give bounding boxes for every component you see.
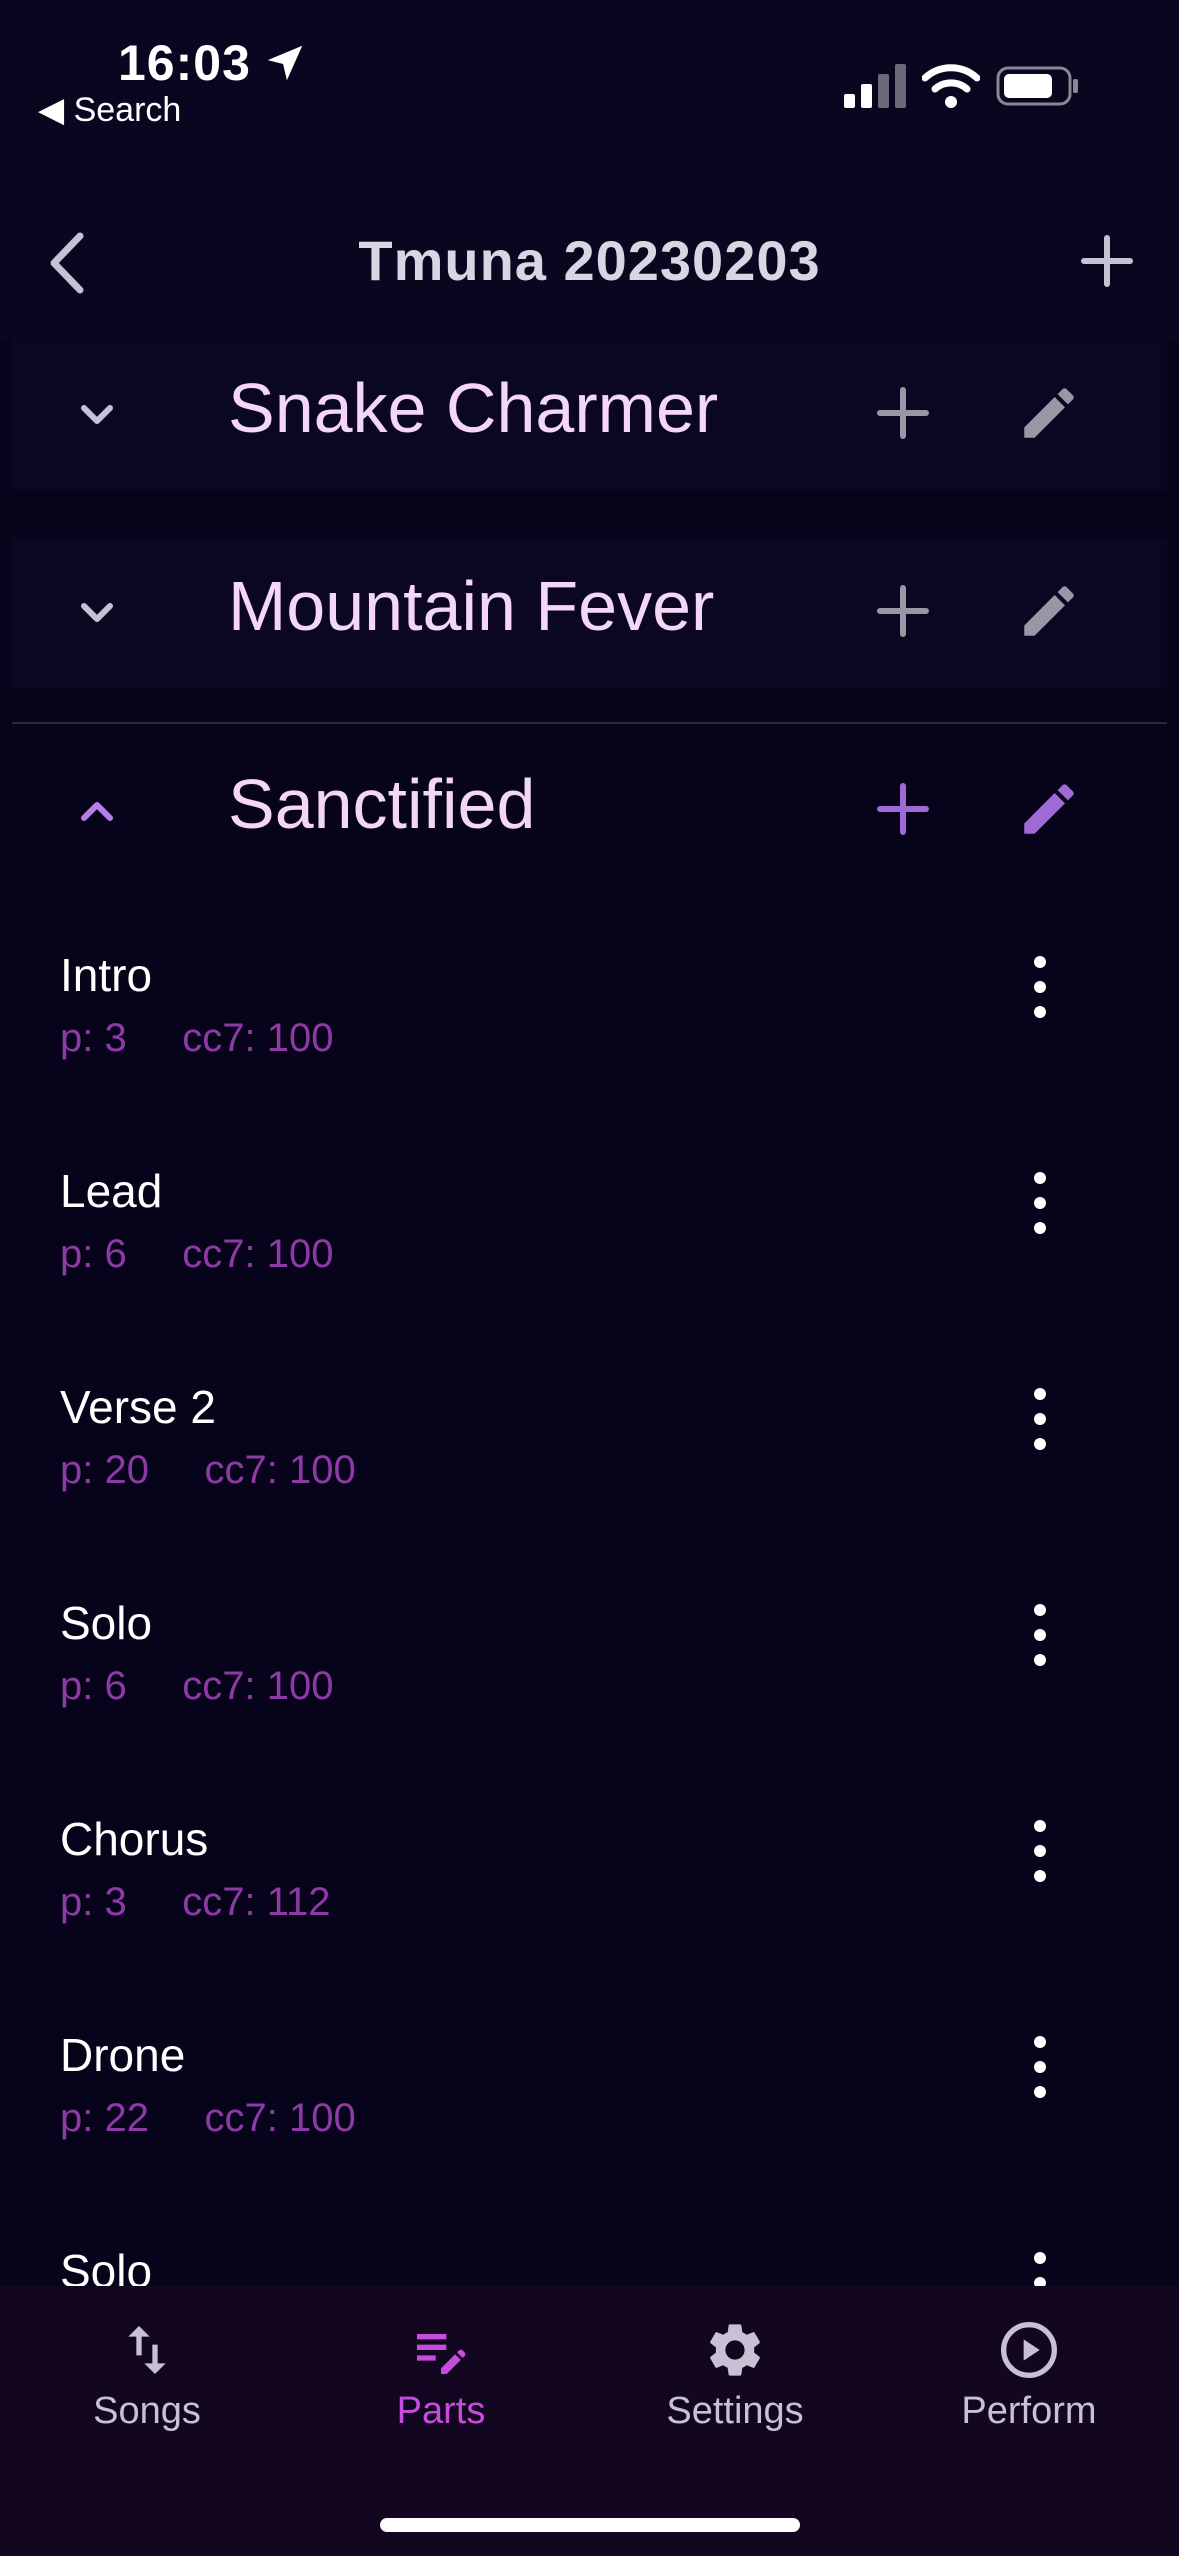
tab-label: Perform	[961, 2390, 1097, 2432]
chevron-up-icon[interactable]	[72, 786, 122, 836]
status-bar: 16:03 ◀ Search	[0, 0, 1179, 150]
battery-icon	[996, 66, 1078, 106]
more-vertical-icon[interactable]	[1030, 1168, 1050, 1238]
chevron-down-icon[interactable]	[72, 390, 122, 440]
part-row[interactable]: Drone p: 22 cc7: 100	[12, 1978, 1167, 2193]
swap-vert-icon	[128, 2326, 166, 2374]
part-name: Solo	[60, 1597, 153, 1649]
location-arrow-icon	[267, 45, 303, 81]
song-title: Sanctified	[228, 765, 536, 843]
part-name: Intro	[60, 949, 153, 1001]
bottom-tab-bar: Songs Parts Settings Perform	[0, 2286, 1179, 2556]
play-circle-icon	[1001, 2322, 1057, 2378]
part-meta: p: 20 cc7: 100	[60, 1448, 356, 1492]
part-row[interactable]: Intro p: 3 cc7: 100	[12, 898, 1167, 1113]
part-name: Chorus	[60, 1813, 209, 1865]
song-title: Mountain Fever	[228, 567, 715, 645]
tab-perform[interactable]: Perform	[882, 2318, 1176, 2448]
divider	[12, 722, 1167, 724]
song-title: Snake Charmer	[228, 369, 719, 447]
tab-parts[interactable]: Parts	[294, 2318, 588, 2448]
part-meta: p: 3 cc7: 112	[60, 1880, 331, 1924]
part-name: Verse 2	[60, 1381, 216, 1433]
part-meta: p: 3 cc7: 100	[60, 1016, 334, 1060]
more-vertical-icon[interactable]	[1030, 2032, 1050, 2102]
song-header-mountain-fever[interactable]: Mountain Fever	[12, 538, 1167, 688]
edit-pencil-icon[interactable]	[1016, 776, 1082, 842]
edit-note-icon	[417, 2334, 466, 2374]
page-title: Tmuna 20230203	[358, 229, 821, 292]
more-vertical-icon[interactable]	[1030, 1384, 1050, 1454]
chevron-down-icon[interactable]	[72, 588, 122, 638]
part-row[interactable]: Lead p: 6 cc7: 100	[12, 1114, 1167, 1329]
tab-label: Parts	[396, 2390, 486, 2432]
part-name: Lead	[60, 1165, 163, 1217]
cellular-signal-icon	[844, 64, 906, 108]
part-name: Drone	[60, 2029, 186, 2081]
gear-icon	[710, 2324, 760, 2376]
back-to-search-link[interactable]: ◀ Search	[38, 90, 181, 130]
add-part-button[interactable]	[874, 384, 932, 442]
add-part-button[interactable]	[874, 582, 932, 640]
tab-label: Settings	[666, 2390, 804, 2432]
part-meta: p: 22 cc7: 100	[60, 2096, 356, 2140]
tab-label: Songs	[93, 2390, 201, 2432]
part-row[interactable]: Solo p: 6 cc7: 100	[12, 1546, 1167, 1761]
part-meta: p: 6 cc7: 100	[60, 1232, 334, 1276]
more-vertical-icon[interactable]	[1030, 1816, 1050, 1886]
add-part-button[interactable]	[874, 780, 932, 838]
part-row[interactable]: Chorus p: 3 cc7: 112	[12, 1762, 1167, 1977]
home-indicator[interactable]	[380, 2518, 800, 2532]
nav-bar: Tmuna 20230203	[0, 150, 1179, 340]
song-header-snake-charmer[interactable]: Snake Charmer	[12, 340, 1167, 490]
status-time: 16:03	[118, 35, 251, 91]
song-header-sanctified[interactable]: Sanctified	[12, 736, 1167, 886]
wifi-icon	[922, 64, 980, 108]
edit-pencil-icon[interactable]	[1016, 578, 1082, 644]
tab-settings[interactable]: Settings	[588, 2318, 882, 2448]
part-meta: p: 6 cc7: 100	[60, 1664, 334, 1708]
more-vertical-icon[interactable]	[1030, 952, 1050, 1022]
add-song-button[interactable]	[1080, 234, 1134, 288]
tab-songs[interactable]: Songs	[0, 2318, 294, 2448]
more-vertical-icon[interactable]	[1030, 1600, 1050, 1670]
edit-pencil-icon[interactable]	[1016, 380, 1082, 446]
part-row[interactable]: Verse 2 p: 20 cc7: 100	[12, 1330, 1167, 1545]
